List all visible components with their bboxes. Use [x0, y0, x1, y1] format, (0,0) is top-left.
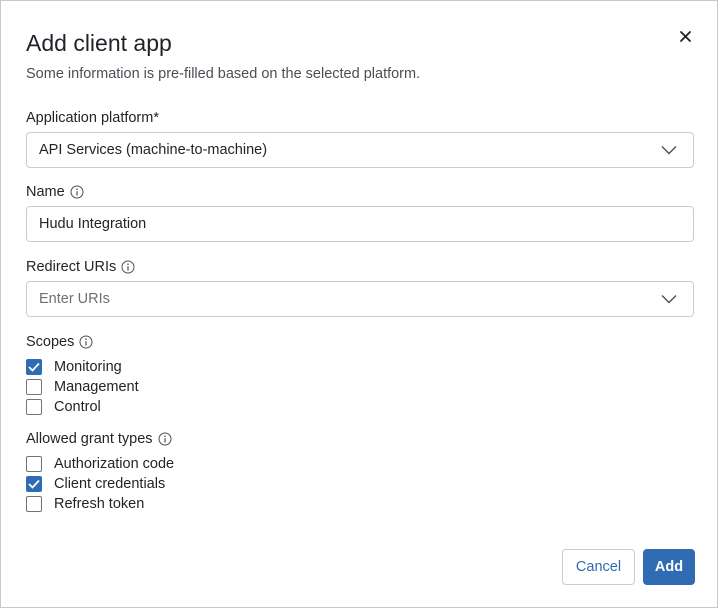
name-label: Name: [26, 183, 84, 201]
scope-monitoring-label: Monitoring: [54, 359, 122, 375]
scope-control-row[interactable]: Control: [26, 398, 101, 416]
info-icon[interactable]: [79, 335, 93, 349]
scope-management-checkbox[interactable]: [26, 379, 42, 395]
platform-label: Application platform*: [26, 109, 159, 127]
add-client-app-dialog: Add client app Some information is pre-f…: [0, 0, 718, 608]
grant-types-label-text: Allowed grant types: [26, 431, 153, 447]
platform-select[interactable]: API Services (machine-to-machine): [26, 132, 694, 168]
redirect-label-text: Redirect URIs: [26, 259, 117, 275]
redirect-label: Redirect URIs: [26, 258, 135, 276]
grant-refresh-token-checkbox[interactable]: [26, 496, 42, 512]
scopes-label-text: Scopes: [26, 334, 75, 350]
grant-client-credentials-row[interactable]: Client credentials: [26, 475, 165, 493]
name-label-text: Name: [26, 184, 65, 200]
cancel-button[interactable]: Cancel: [562, 549, 635, 585]
checkmark-icon: [28, 479, 40, 489]
scope-monitoring-checkbox[interactable]: [26, 359, 42, 375]
scope-control-label: Control: [54, 399, 101, 415]
scope-management-row[interactable]: Management: [26, 378, 139, 396]
scope-monitoring-row[interactable]: Monitoring: [26, 358, 122, 376]
redirect-uris-placeholder: Enter URIs: [39, 291, 110, 307]
name-input-value: Hudu Integration: [39, 216, 147, 232]
chevron-down-icon: [661, 295, 677, 304]
info-icon[interactable]: [70, 185, 84, 199]
close-button[interactable]: [673, 26, 697, 48]
scope-control-checkbox[interactable]: [26, 399, 42, 415]
grant-types-label: Allowed grant types: [26, 430, 172, 448]
scope-management-label: Management: [54, 379, 139, 395]
dialog-subtitle: Some information is pre-filled based on …: [26, 66, 421, 82]
info-icon[interactable]: [121, 260, 135, 274]
chevron-down-icon: [661, 146, 677, 155]
grant-client-credentials-checkbox[interactable]: [26, 476, 42, 492]
close-icon: [680, 31, 691, 42]
name-input[interactable]: Hudu Integration: [26, 206, 694, 242]
dialog-title: Add client app: [26, 30, 172, 56]
grant-refresh-token-label: Refresh token: [54, 496, 145, 512]
checkmark-icon: [28, 362, 40, 372]
add-button[interactable]: Add: [643, 549, 695, 585]
grant-authorization-code-label: Authorization code: [54, 456, 175, 472]
platform-label-text: Application platform*: [26, 110, 159, 126]
grant-client-credentials-label: Client credentials: [54, 476, 166, 492]
grant-refresh-token-row[interactable]: Refresh token: [26, 495, 144, 513]
grant-authorization-code-row[interactable]: Authorization code: [26, 455, 174, 473]
scopes-label: Scopes: [26, 333, 93, 351]
info-icon[interactable]: [158, 432, 172, 446]
platform-select-value: API Services (machine-to-machine): [39, 142, 268, 158]
grant-authorization-code-checkbox[interactable]: [26, 456, 42, 472]
redirect-uris-select[interactable]: Enter URIs: [26, 281, 694, 317]
